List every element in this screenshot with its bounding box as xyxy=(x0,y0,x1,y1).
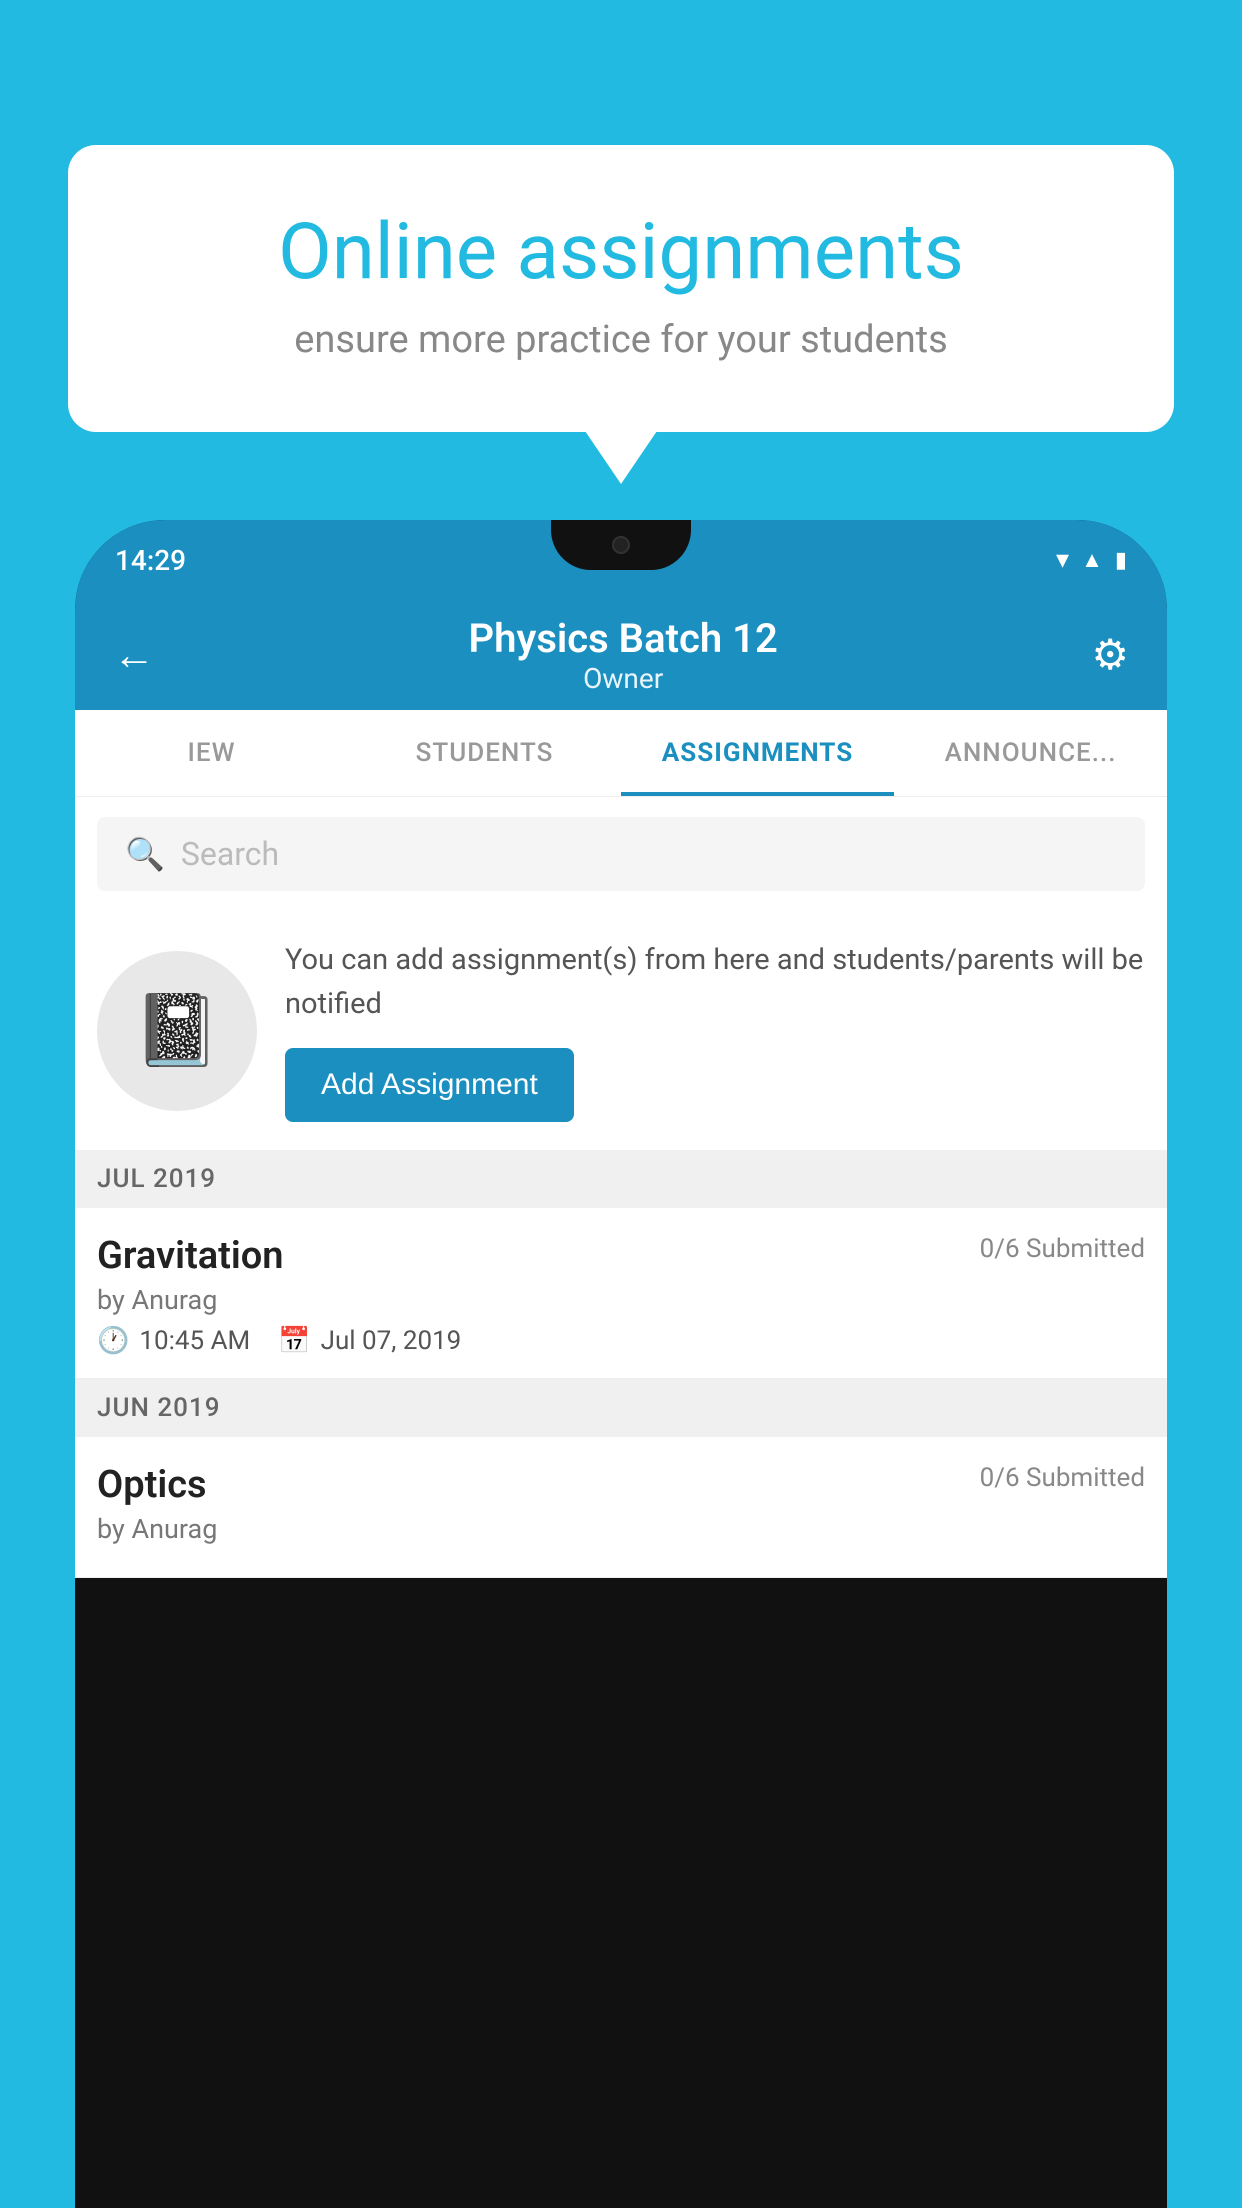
assignment-date: Jul 07, 2019 xyxy=(321,1326,462,1356)
settings-icon[interactable]: ⚙ xyxy=(1091,630,1129,680)
status-time: 14:29 xyxy=(115,544,186,577)
tab-iew[interactable]: IEW xyxy=(75,710,348,796)
notch xyxy=(551,520,691,570)
phone-frame: 14:29 ▾ ▲ ▮ ← Physics Batch 12 Owner ⚙ I… xyxy=(75,520,1167,2208)
search-bar[interactable]: 🔍 Search xyxy=(97,817,1145,891)
bubble-subtitle: ensure more practice for your students xyxy=(148,318,1094,362)
screen-content: 🔍 Search 📓 You can add assignment(s) fro… xyxy=(75,797,1167,1578)
battery-icon: ▮ xyxy=(1115,548,1127,573)
section-jun-2019: JUN 2019 xyxy=(75,1379,1167,1437)
section-jul-2019: JUL 2019 xyxy=(75,1150,1167,1208)
assignment-name: Gravitation xyxy=(97,1234,284,1278)
header-center: Physics Batch 12 Owner xyxy=(469,615,778,695)
search-container: 🔍 Search xyxy=(75,797,1167,911)
optics-by: by Anurag xyxy=(97,1513,1145,1545)
add-assignment-button[interactable]: Add Assignment xyxy=(285,1048,574,1122)
tab-assignments[interactable]: ASSIGNMENTS xyxy=(621,710,894,796)
speech-bubble: Online assignments ensure more practice … xyxy=(68,145,1174,432)
assignment-item-optics[interactable]: Optics 0/6 Submitted by Anurag xyxy=(75,1437,1167,1578)
assignment-row1: Gravitation 0/6 Submitted xyxy=(97,1234,1145,1278)
app-header: ← Physics Batch 12 Owner ⚙ xyxy=(75,600,1167,710)
meta-time: 🕐 10:45 AM xyxy=(97,1326,250,1356)
tab-students[interactable]: STUDENTS xyxy=(348,710,621,796)
tab-announcements[interactable]: ANNOUNCE... xyxy=(894,710,1167,796)
search-icon: 🔍 xyxy=(125,835,165,873)
optics-name: Optics xyxy=(97,1463,207,1507)
assignment-by: by Anurag xyxy=(97,1284,1145,1316)
assignment-submitted: 0/6 Submitted xyxy=(980,1234,1145,1264)
info-card-text: You can add assignment(s) from here and … xyxy=(285,939,1145,1026)
optics-row1: Optics 0/6 Submitted xyxy=(97,1463,1145,1507)
tabs-bar: IEW STUDENTS ASSIGNMENTS ANNOUNCE... xyxy=(75,710,1167,797)
back-button[interactable]: ← xyxy=(113,631,155,680)
batch-subtitle: Owner xyxy=(469,662,778,695)
bubble-title: Online assignments xyxy=(148,210,1094,296)
clock-icon: 🕐 xyxy=(97,1326,129,1356)
wifi-icon: ▾ xyxy=(1056,545,1069,575)
info-card: 📓 You can add assignment(s) from here an… xyxy=(75,911,1167,1150)
assignment-icon-circle: 📓 xyxy=(97,951,257,1111)
signal-icon: ▲ xyxy=(1081,547,1103,573)
status-bar: 14:29 ▾ ▲ ▮ xyxy=(75,520,1167,600)
optics-submitted: 0/6 Submitted xyxy=(980,1463,1145,1493)
calendar-icon: 📅 xyxy=(278,1326,310,1356)
search-input-placeholder: Search xyxy=(181,835,279,873)
info-card-right: You can add assignment(s) from here and … xyxy=(285,939,1145,1122)
promo-bubble: Online assignments ensure more practice … xyxy=(68,145,1174,432)
meta-date: 📅 Jul 07, 2019 xyxy=(278,1326,461,1356)
assignment-time: 10:45 AM xyxy=(139,1326,250,1356)
status-icons: ▾ ▲ ▮ xyxy=(1056,545,1127,575)
camera xyxy=(612,536,630,554)
batch-title: Physics Batch 12 xyxy=(469,615,778,662)
notebook-icon: 📓 xyxy=(133,990,220,1072)
assignment-item-gravitation[interactable]: Gravitation 0/6 Submitted by Anurag 🕐 10… xyxy=(75,1208,1167,1379)
assignment-meta: 🕐 10:45 AM 📅 Jul 07, 2019 xyxy=(97,1326,1145,1356)
